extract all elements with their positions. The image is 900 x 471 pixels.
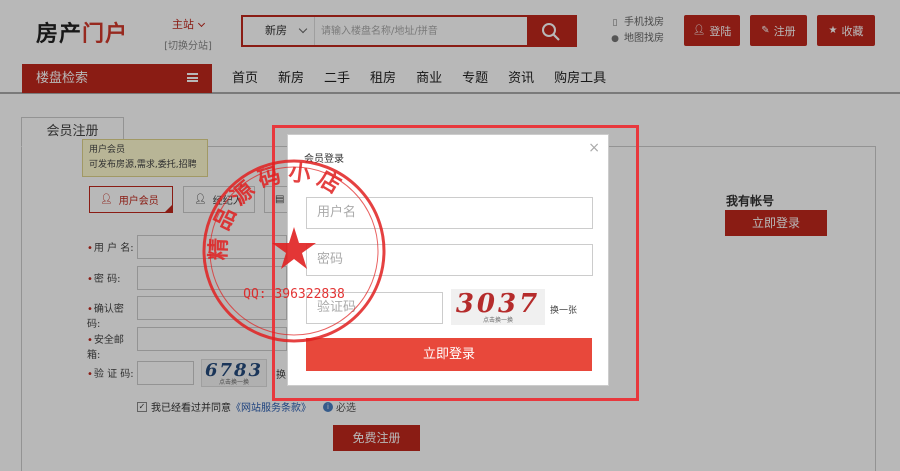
highlight-frame: [272, 125, 639, 401]
